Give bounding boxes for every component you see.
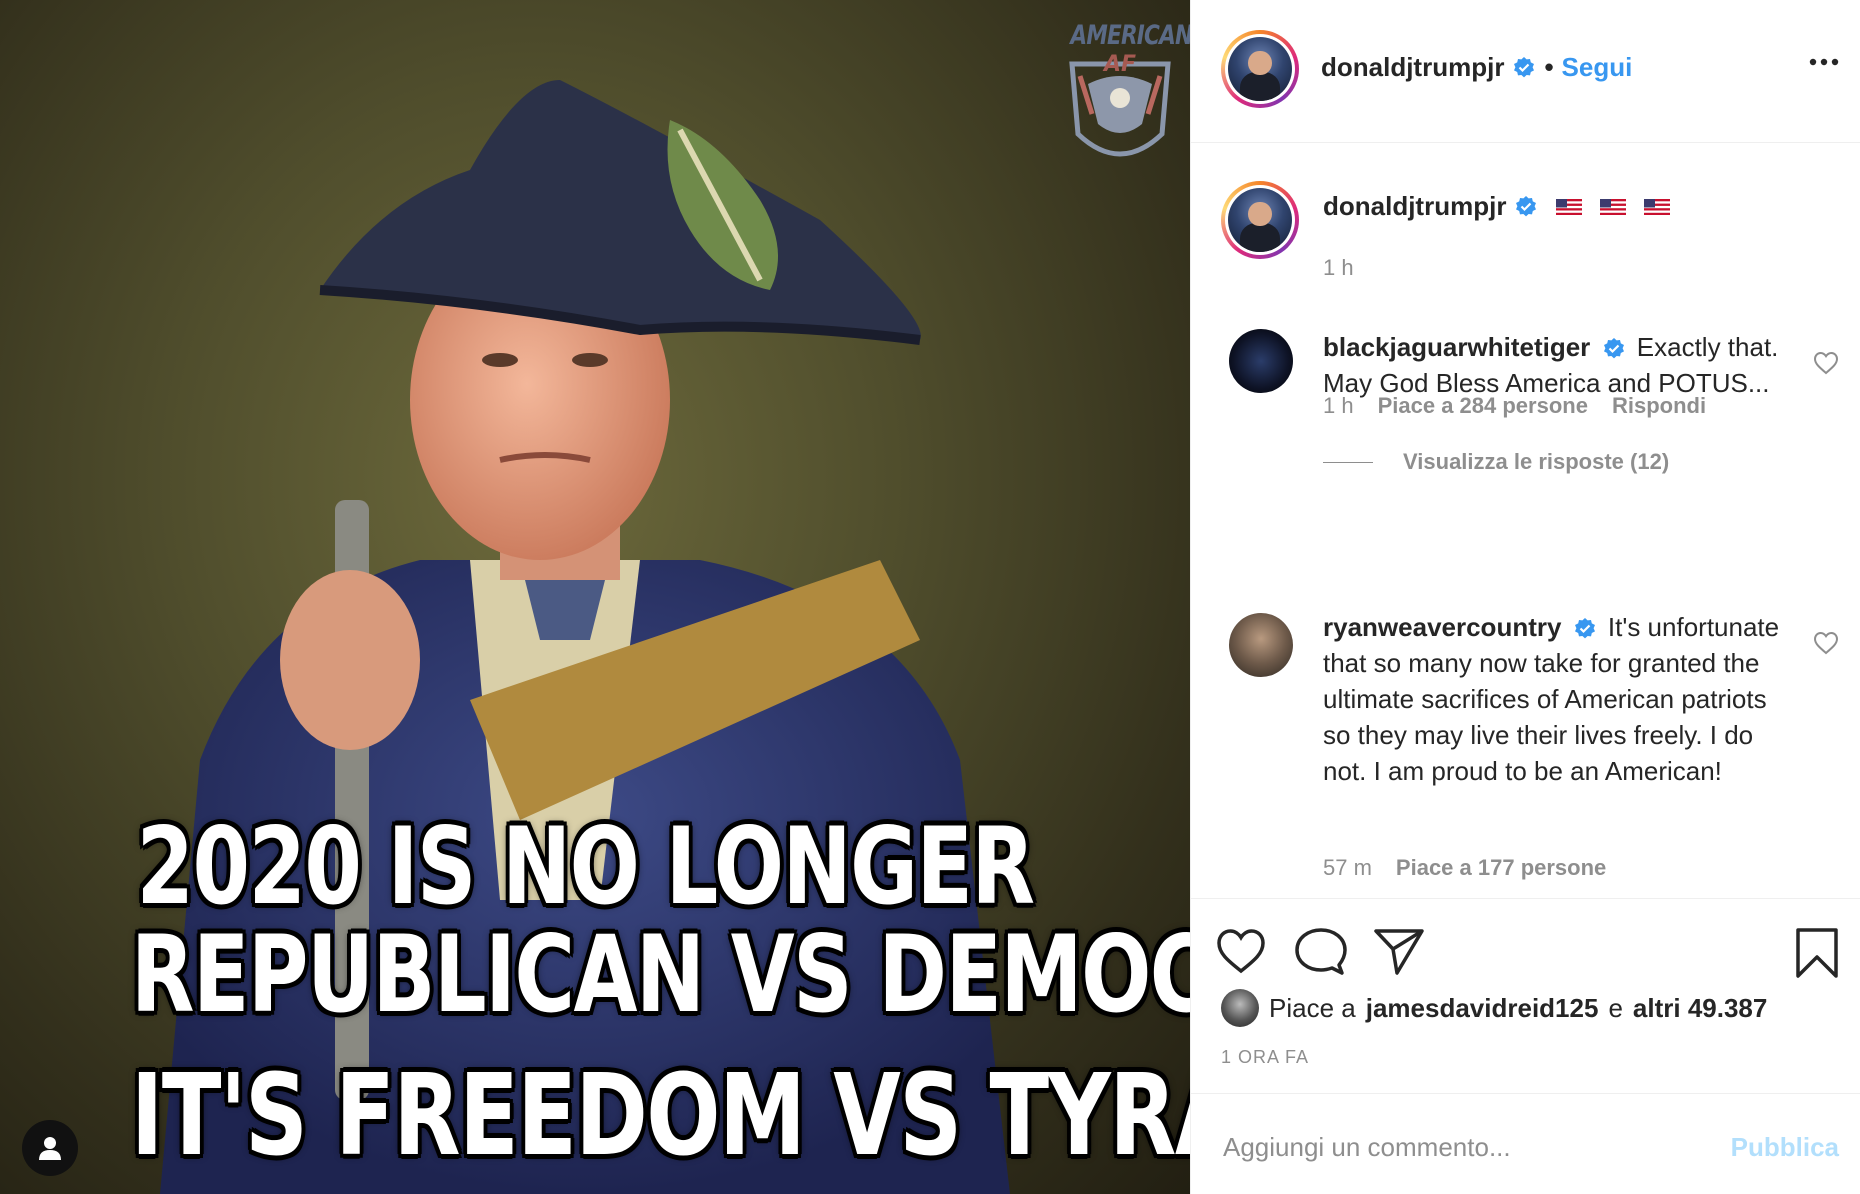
instagram-post-view: 2020 IS NO LONGER REPUBLICAN VS DEMOCRAT… — [0, 0, 1860, 1194]
comment-username[interactable]: blackjaguarwhitetiger — [1323, 332, 1590, 362]
verified-badge-icon — [1514, 56, 1535, 77]
meme-caption-line-1: 2020 IS NO LONGER — [136, 805, 1036, 928]
verified-badge-icon — [1516, 195, 1537, 216]
verified-badge-icon — [1603, 338, 1624, 359]
comment-icon — [1295, 928, 1347, 975]
comment-meta: 1 h Piace a 284 persone Rispondi — [1323, 393, 1706, 419]
likes-summary: Piace a jamesdavidreid125 e altri 49.387 — [1221, 989, 1767, 1027]
post-actions: Piace a jamesdavidreid125 e altri 49.387… — [1191, 898, 1860, 1093]
verified-badge-icon — [1574, 618, 1595, 639]
save-button[interactable] — [1795, 927, 1839, 984]
us-flag-icon — [1556, 198, 1583, 215]
author-avatar[interactable] — [1221, 30, 1299, 108]
author-username[interactable]: donaldjtrumpjr — [1321, 52, 1504, 83]
author-info: donaldjtrumpjr • Segui — [1321, 52, 1632, 83]
follow-button[interactable]: Segui — [1562, 52, 1633, 83]
post-timestamp[interactable]: 1 ORA FA — [1221, 1047, 1309, 1068]
share-icon — [1374, 929, 1424, 975]
watermark-logo: AMERICAN AF — [1058, 14, 1190, 174]
caption-author-avatar[interactable] — [1221, 181, 1299, 259]
comment-avatar[interactable] — [1229, 613, 1293, 677]
heart-icon — [1217, 929, 1265, 974]
comment-time: 1 h — [1323, 393, 1354, 418]
post-header: donaldjtrumpjr • Segui — [1191, 0, 1860, 143]
view-replies-label: Visualizza le risposte (12) — [1403, 449, 1670, 474]
publish-button[interactable]: Pubblica — [1731, 1132, 1839, 1163]
comment-likes[interactable]: Piace a 284 persone — [1378, 393, 1588, 419]
comment-body: blackjaguarwhitetiger Exactly that. May … — [1323, 329, 1793, 401]
user-tag-icon — [39, 1137, 61, 1160]
watermark-text: AMERICAN — [1070, 20, 1190, 51]
share-button[interactable] — [1373, 927, 1425, 982]
more-options-icon — [1809, 58, 1839, 66]
comment-input[interactable] — [1221, 1124, 1695, 1170]
heart-icon — [1813, 351, 1839, 375]
meme-caption-line-2: REPUBLICAN VS DEMOCRAT — [130, 913, 1190, 1036]
likes-prefix: Piace a — [1269, 992, 1356, 1023]
comment-meta: 57 m Piace a 177 persone — [1323, 855, 1606, 881]
likes-conjunction: e — [1608, 992, 1623, 1023]
likes-count-link[interactable]: altri 49.387 — [1633, 993, 1767, 1024]
post-image[interactable]: 2020 IS NO LONGER REPUBLICAN VS DEMOCRAT… — [0, 0, 1190, 1194]
liker-username[interactable]: jamesdavidreid125 — [1366, 993, 1599, 1024]
comment-likes[interactable]: Piace a 177 persone — [1396, 855, 1606, 881]
post-side-panel: donaldjtrumpjr • Segui donaldjtrumpjr 1 … — [1190, 0, 1860, 1194]
watermark-sub: AF — [1103, 52, 1137, 77]
more-options-button[interactable] — [1809, 54, 1839, 72]
bookmark-icon — [1796, 928, 1838, 978]
us-flag-icon — [1644, 198, 1671, 215]
comment-avatar[interactable] — [1229, 329, 1293, 393]
heart-icon — [1813, 631, 1839, 655]
liker-avatar[interactable] — [1221, 989, 1259, 1027]
user-tag-button[interactable] — [22, 1120, 78, 1176]
comments-list[interactable]: donaldjtrumpjr 1 h blackjaguarwhitetiger… — [1191, 143, 1860, 898]
comment-reply-button[interactable]: Rispondi — [1612, 393, 1706, 419]
comment-body: ryanweavercountry It's unfortunate that … — [1323, 609, 1793, 789]
like-button[interactable] — [1215, 927, 1267, 980]
comment-username[interactable]: ryanweavercountry — [1323, 612, 1561, 642]
header-separator: • — [1544, 52, 1554, 82]
replies-divider — [1323, 461, 1373, 463]
comment-like-button[interactable] — [1813, 351, 1839, 380]
comment-time: 57 m — [1323, 855, 1372, 880]
add-comment-bar: Pubblica — [1191, 1093, 1860, 1194]
us-flag-icon — [1600, 198, 1627, 215]
caption-time: 1 h — [1323, 255, 1354, 280]
meme-caption-line-3: IT'S FREEDOM VS TYRANNY — [130, 1051, 1190, 1181]
comment-button[interactable] — [1295, 927, 1347, 982]
caption: donaldjtrumpjr — [1323, 191, 1671, 222]
view-replies-button[interactable]: Visualizza le risposte (12) — [1323, 449, 1669, 475]
comment-like-button[interactable] — [1813, 631, 1839, 660]
caption-username[interactable]: donaldjtrumpjr — [1323, 191, 1506, 222]
